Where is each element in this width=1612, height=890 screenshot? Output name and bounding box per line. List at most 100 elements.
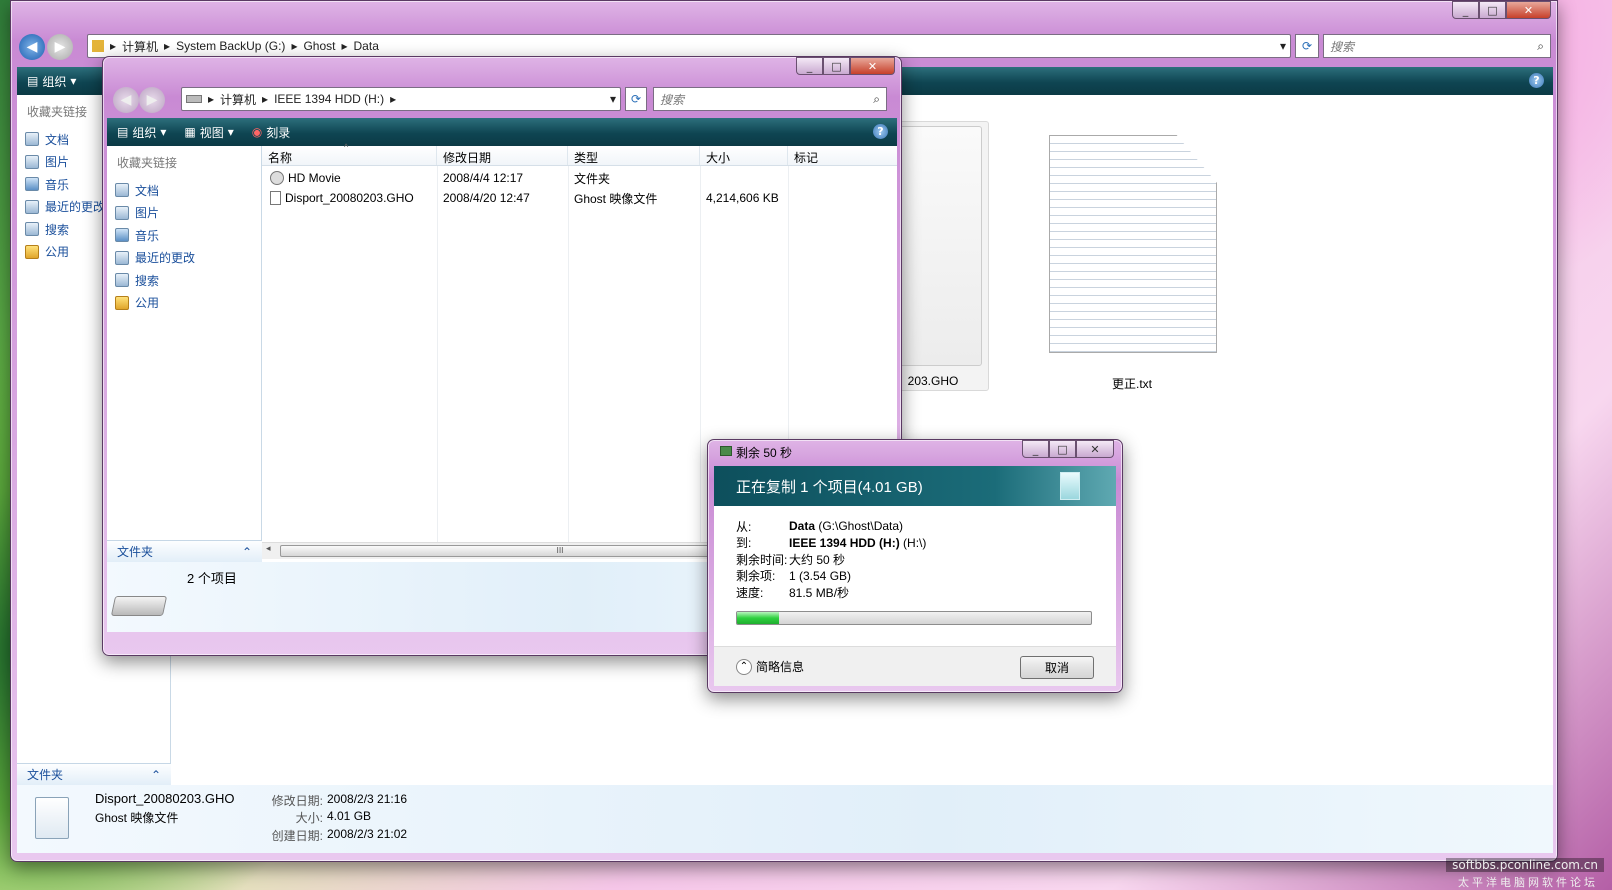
speed-value: 81.5 MB/秒	[789, 585, 850, 600]
folders-toggle[interactable]: 文件夹 ⌃	[17, 763, 171, 785]
nav-label: 最近的更改	[45, 200, 106, 215]
nav-item-pictures[interactable]: 图片	[107, 202, 261, 225]
forward-button[interactable]: ▶	[139, 87, 165, 113]
file-label: 更正.txt	[1111, 377, 1152, 391]
created-value: 2008/2/3 21:02	[327, 827, 408, 841]
maximize-button[interactable]: □	[1049, 440, 1076, 458]
search-folder-icon	[115, 273, 129, 288]
speed-label: 速度:	[736, 585, 764, 600]
minimize-button[interactable]: _	[1022, 440, 1049, 458]
search-input[interactable]: 搜索 ⌕	[1323, 34, 1551, 58]
column-date[interactable]: 修改日期	[437, 146, 568, 165]
search-placeholder: 搜索	[660, 92, 685, 107]
breadcrumb-item[interactable]: Data	[354, 39, 379, 53]
dropdown-icon[interactable]: ▾	[610, 92, 616, 106]
organize-label: 组织	[132, 125, 157, 140]
chevron-down-icon: ▾	[70, 74, 77, 88]
search-input[interactable]: 搜索 ⌕	[653, 87, 887, 111]
favorites-header: 收藏夹链接	[117, 156, 178, 170]
column-size[interactable]: 大小	[700, 146, 788, 165]
breadcrumb-item[interactable]: 计算机	[122, 38, 158, 55]
minimize-button[interactable]: _	[796, 57, 823, 75]
pictures-icon	[115, 205, 129, 220]
column-label: 名称	[268, 151, 293, 165]
column-divider	[700, 166, 701, 542]
nav-label: 公用	[135, 296, 160, 311]
dialog-title: 剩余 50 秒	[736, 446, 793, 460]
breadcrumb-item[interactable]: Ghost	[303, 39, 335, 53]
table-row[interactable]: HD Movie 2008/4/4 12:17 文件夹	[262, 168, 788, 188]
folders-toggle[interactable]: 文件夹 ⌃	[107, 540, 262, 562]
size-value: 4.01 GB	[327, 809, 372, 823]
less-info-toggle[interactable]: ⌃ 简略信息	[736, 658, 804, 675]
close-button[interactable]: ✕	[1506, 1, 1551, 19]
close-button[interactable]: ✕	[850, 57, 895, 75]
items-value: 1 (3.54 GB)	[789, 568, 852, 583]
nav-label: 公用	[45, 245, 70, 260]
refresh-icon[interactable]: ⟳	[625, 87, 647, 111]
nav-label: 文档	[45, 132, 70, 147]
search-folder-icon	[25, 222, 39, 237]
cell-size: 4,214,606 KB	[706, 191, 779, 205]
folder-icon	[115, 295, 129, 310]
nav-item-recent[interactable]: 最近的更改	[107, 247, 261, 270]
table-row[interactable]: Disport_20080203.GHO 2008/4/20 12:47 Gho…	[262, 188, 788, 208]
nav-label: 搜索	[135, 273, 160, 288]
breadcrumb-item[interactable]: 计算机	[220, 91, 256, 108]
column-tags[interactable]: 标记	[788, 146, 897, 165]
music-icon	[25, 177, 39, 192]
details-type: Ghost 映像文件	[95, 811, 179, 825]
chevron-down-icon: ▾	[227, 125, 234, 139]
watermark-url: softbbs.pconline.com.cn	[1446, 858, 1604, 872]
views-button[interactable]: ▦ 视图 ▾	[184, 124, 233, 141]
modified-label: 修改日期:	[271, 794, 323, 808]
file-icon-txt[interactable]: 更正.txt	[1037, 135, 1217, 395]
back-button[interactable]: ◀	[113, 87, 139, 113]
cancel-button[interactable]: 取消	[1020, 656, 1094, 679]
toolbar: ▤ 组织 ▾ ▦ 视图 ▾ ◉ 刻录	[107, 118, 897, 146]
organize-button[interactable]: ▤ 组织 ▾	[117, 124, 166, 141]
help-icon[interactable]: ?	[1529, 73, 1544, 88]
address-bar[interactable]: ▸ 计算机 ▸ IEEE 1394 HDD (H:) ▸ ▾	[181, 87, 621, 111]
maximize-button[interactable]: □	[823, 57, 850, 75]
column-divider	[437, 166, 438, 542]
nav-item-music[interactable]: 音乐	[107, 224, 261, 247]
burn-button[interactable]: ◉ 刻录	[252, 124, 291, 141]
copy-heading: 正在复制 1 个项目(4.01 GB)	[736, 479, 923, 496]
help-icon[interactable]: ?	[873, 124, 888, 139]
back-button[interactable]: ◀	[19, 34, 45, 60]
window-controls: _ □ ✕	[796, 57, 895, 75]
address-bar[interactable]: ▸ 计算机 ▸ System BackUp (G:) ▸ Ghost ▸ Dat…	[87, 34, 1291, 58]
nav-item-documents[interactable]: 文档	[107, 179, 261, 202]
search-icon: ⌕	[873, 91, 880, 106]
minimize-button[interactable]: _	[1452, 1, 1479, 19]
organize-button[interactable]: ▤ 组织 ▾	[27, 73, 76, 90]
scroll-left-icon[interactable]: ◂	[266, 544, 271, 554]
copy-progress-dialog: 剩余 50 秒 _ □ ✕ 正在复制 1 个项目(4.01 GB) 从: Data…	[707, 439, 1123, 693]
cell-name: Disport_20080203.GHO	[262, 191, 437, 205]
dropdown-icon[interactable]: ▾	[1280, 39, 1286, 53]
breadcrumb-sep-icon: ▸	[341, 39, 348, 53]
nav-item-public[interactable]: 公用	[107, 292, 261, 315]
time-label: 剩余时间:	[736, 552, 788, 567]
column-type[interactable]: 类型	[568, 146, 700, 165]
folders-label: 文件夹	[27, 768, 64, 782]
nav-item-search[interactable]: 搜索	[107, 269, 261, 292]
dialog-body: 从: Data (G:\Ghost\Data) 到: IEEE 1394 HDD (…	[714, 506, 1116, 646]
breadcrumb-item[interactable]: IEEE 1394 HDD (H:)	[274, 92, 384, 106]
breadcrumb-item[interactable]: System BackUp (G:)	[176, 39, 285, 53]
column-divider	[568, 166, 569, 542]
maximize-button[interactable]: □	[1479, 1, 1506, 19]
column-name[interactable]: 名称 ^	[262, 142, 437, 165]
refresh-icon[interactable]: ⟳	[1295, 34, 1319, 58]
less-info-label: 简略信息	[756, 660, 805, 674]
forward-button[interactable]: ▶	[47, 34, 73, 60]
drive-icon	[186, 95, 202, 103]
close-button[interactable]: ✕	[1076, 440, 1114, 458]
folders-label: 文件夹	[117, 545, 154, 559]
to-path: (H:\)	[899, 535, 927, 550]
size-label: 大小:	[295, 811, 323, 825]
views-icon: ▦	[184, 125, 196, 139]
dialog-footer: ⌃ 简略信息 取消	[714, 646, 1116, 686]
details-pane: Disport_20080203.GHO Ghost 映像文件 修改日期: 20…	[17, 785, 1553, 853]
